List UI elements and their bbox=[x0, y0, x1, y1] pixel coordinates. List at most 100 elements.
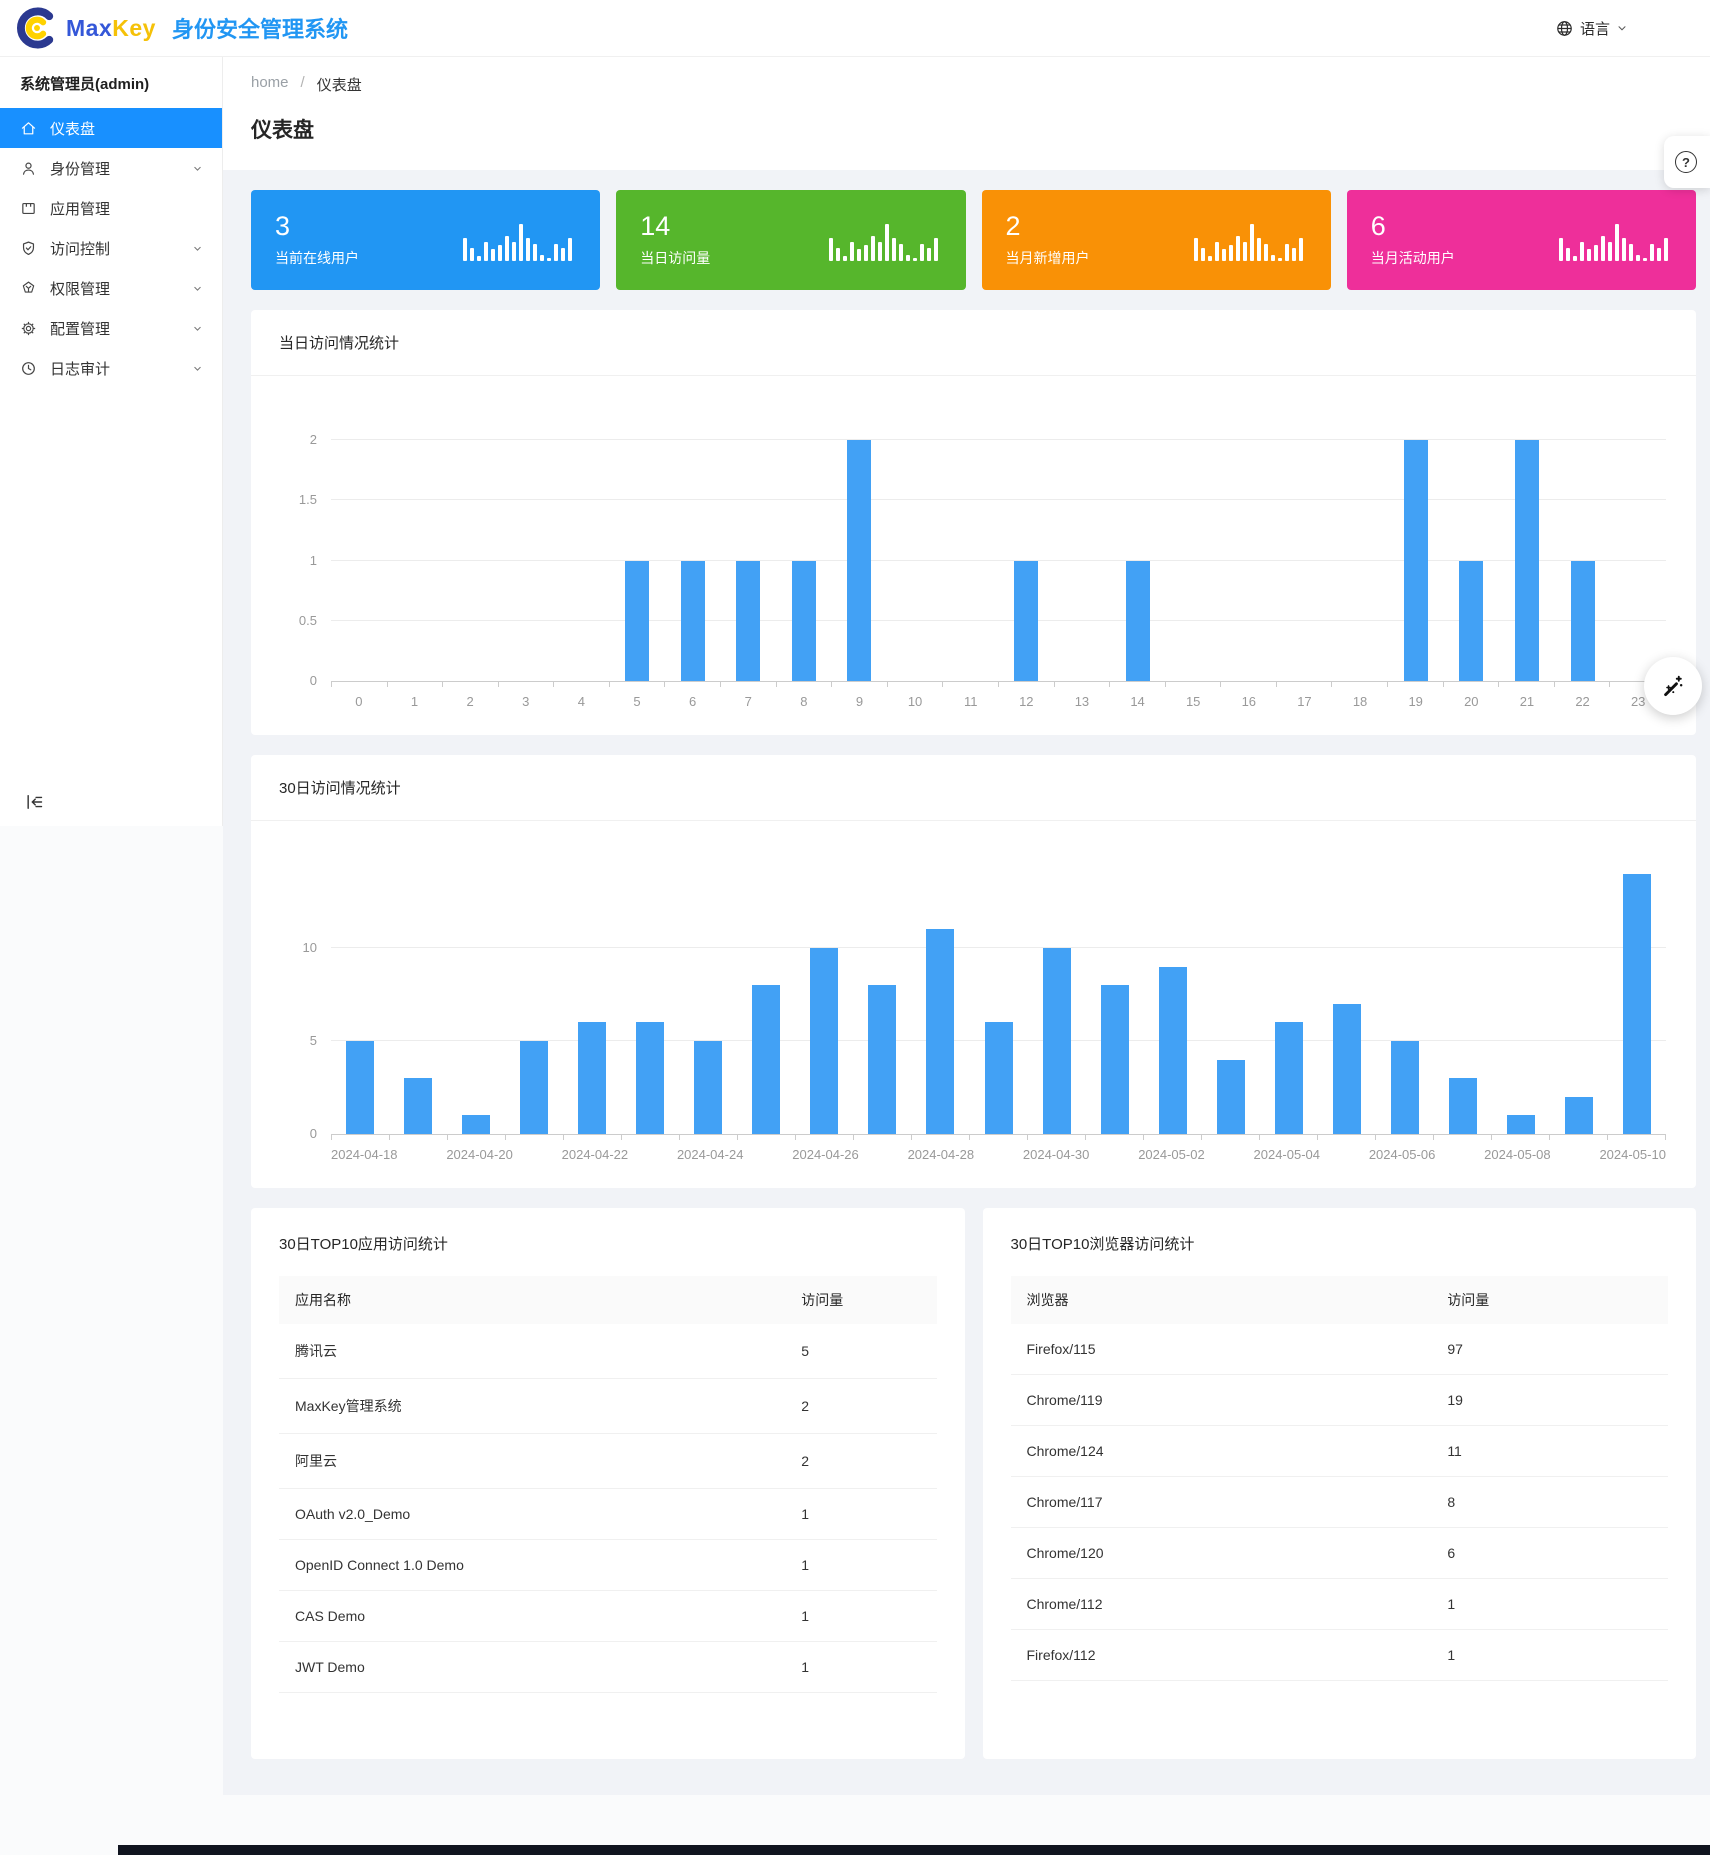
sidebar: 系统管理员(admin) 仪表盘身份管理应用管理访问控制权限管理配置管理日志审计 bbox=[0, 57, 223, 1795]
bars-layer bbox=[331, 410, 1666, 681]
table-row: Firefox/1121 bbox=[1011, 1630, 1669, 1681]
table-title: 30日TOP10应用访问统计 bbox=[251, 1208, 965, 1276]
table-panel-0: 30日TOP10应用访问统计应用名称访问量腾讯云5MaxKey管理系统2阿里云2… bbox=[251, 1208, 965, 1759]
bar-22[interactable] bbox=[1571, 561, 1595, 681]
bar-6[interactable] bbox=[681, 561, 705, 681]
bar-2024-04-20[interactable] bbox=[462, 1115, 490, 1134]
bar-20[interactable] bbox=[1459, 561, 1483, 681]
cell-name: Chrome/124 bbox=[1011, 1426, 1432, 1477]
bar-band bbox=[1610, 410, 1666, 681]
bar-2024-05-01[interactable] bbox=[1101, 985, 1129, 1134]
bar-band bbox=[609, 410, 665, 681]
bar-12[interactable] bbox=[1014, 561, 1038, 681]
x-axis-label: 15 bbox=[1165, 694, 1221, 709]
bar-2024-04-21[interactable] bbox=[520, 1041, 548, 1134]
x-axis-label: 5 bbox=[609, 694, 665, 709]
sidebar-collapse-button[interactable] bbox=[24, 792, 44, 812]
bar-2024-05-04[interactable] bbox=[1275, 1022, 1303, 1134]
bar-2024-05-02[interactable] bbox=[1159, 967, 1187, 1134]
bar-2024-05-03[interactable] bbox=[1217, 1060, 1245, 1134]
bars-layer bbox=[331, 855, 1666, 1134]
bar-chart[interactable]: 00.511.520123456789101112131415161718192… bbox=[251, 376, 1696, 735]
brand-text: MaxKey bbox=[66, 15, 156, 42]
sidebar-item-config[interactable]: 配置管理 bbox=[0, 308, 222, 348]
bar-2024-04-18[interactable] bbox=[346, 1041, 374, 1134]
x-axis-label bbox=[513, 1147, 562, 1162]
bar-2024-05-10[interactable] bbox=[1623, 874, 1651, 1134]
bar-band bbox=[887, 410, 943, 681]
sidebar-item-identity[interactable]: 身份管理 bbox=[0, 148, 222, 188]
sidebar-item-permissions[interactable]: 权限管理 bbox=[0, 268, 222, 308]
sidebar-item-access[interactable]: 访问控制 bbox=[0, 228, 222, 268]
bar-band bbox=[1444, 410, 1500, 681]
x-axis-label bbox=[1320, 1147, 1369, 1162]
bar-band bbox=[795, 855, 853, 1134]
bar-14[interactable] bbox=[1126, 561, 1150, 681]
bar-5[interactable] bbox=[625, 561, 649, 681]
bar-2024-04-30[interactable] bbox=[1043, 948, 1071, 1134]
cell-count: 19 bbox=[1431, 1375, 1668, 1426]
bar-2024-04-25[interactable] bbox=[752, 985, 780, 1134]
bar-band bbox=[943, 410, 999, 681]
bar-9[interactable] bbox=[847, 440, 871, 681]
maxkey-logo bbox=[16, 7, 58, 49]
cell-name: Firefox/112 bbox=[1011, 1630, 1432, 1681]
bar-band bbox=[1086, 855, 1144, 1134]
help-floating-button[interactable]: ? bbox=[1664, 136, 1710, 188]
stat-value: 14 bbox=[640, 212, 710, 240]
bar-2024-05-05[interactable] bbox=[1333, 1004, 1361, 1134]
x-axis-label bbox=[1551, 1147, 1600, 1162]
sidebar-item-audit[interactable]: 日志审计 bbox=[0, 348, 222, 388]
table-row: Chrome/1121 bbox=[1011, 1579, 1669, 1630]
bar-8[interactable] bbox=[792, 561, 816, 681]
header-actions: 语言 bbox=[1555, 18, 1688, 39]
language-menu[interactable]: 语言 bbox=[1555, 18, 1628, 39]
bar-band bbox=[1260, 855, 1318, 1134]
bar-19[interactable] bbox=[1404, 440, 1428, 681]
bar-band bbox=[1608, 855, 1666, 1134]
bar-2024-04-27[interactable] bbox=[868, 985, 896, 1134]
x-axis-label: 2024-04-20 bbox=[446, 1147, 513, 1162]
bar-2024-04-22[interactable] bbox=[578, 1022, 606, 1134]
stat-value: 2 bbox=[1006, 212, 1090, 240]
x-axis-label: 8 bbox=[776, 694, 832, 709]
bar-band bbox=[387, 410, 443, 681]
sidebar-item-label: 身份管理 bbox=[50, 158, 191, 179]
bar-7[interactable] bbox=[736, 561, 760, 681]
cell-count: 1 bbox=[785, 1591, 936, 1642]
bar-2024-04-28[interactable] bbox=[926, 929, 954, 1134]
x-axis-label: 9 bbox=[832, 694, 888, 709]
cell-name: Firefox/115 bbox=[1011, 1324, 1432, 1375]
breadcrumb-home-link[interactable]: home bbox=[251, 74, 289, 95]
bar-2024-04-29[interactable] bbox=[985, 1022, 1013, 1134]
sidebar-item-label: 访问控制 bbox=[50, 238, 191, 259]
x-axis-label: 2024-04-26 bbox=[792, 1147, 859, 1162]
bar-2024-04-26[interactable] bbox=[810, 948, 838, 1134]
cell-name: Chrome/112 bbox=[1011, 1579, 1432, 1630]
bar-band bbox=[1376, 855, 1434, 1134]
bar-band bbox=[679, 855, 737, 1134]
bar-2024-04-23[interactable] bbox=[636, 1022, 664, 1134]
cell-count: 6 bbox=[1431, 1528, 1668, 1579]
y-axis-label: 0 bbox=[267, 1126, 317, 1142]
x-axis-ticks bbox=[331, 682, 1666, 687]
bar-2024-05-07[interactable] bbox=[1449, 1078, 1477, 1134]
bar-2024-05-09[interactable] bbox=[1565, 1097, 1593, 1134]
magic-wand-floating-button[interactable] bbox=[1644, 657, 1702, 715]
x-axis-label: 13 bbox=[1054, 694, 1110, 709]
layout: 系统管理员(admin) 仪表盘身份管理应用管理访问控制权限管理配置管理日志审计… bbox=[0, 57, 1710, 1795]
tables-row: 30日TOP10应用访问统计应用名称访问量腾讯云5MaxKey管理系统2阿里云2… bbox=[251, 1208, 1696, 1759]
sidebar-item-apps[interactable]: 应用管理 bbox=[0, 188, 222, 228]
bar-2024-04-24[interactable] bbox=[694, 1041, 722, 1134]
bar-2024-05-08[interactable] bbox=[1507, 1115, 1535, 1134]
sidebar-item-dashboard[interactable]: 仪表盘 bbox=[0, 108, 222, 148]
stat-card-text: 3当前在线用户 bbox=[275, 212, 359, 267]
bar-21[interactable] bbox=[1515, 440, 1539, 681]
bar-chart[interactable]: 05102024-04-182024-04-202024-04-222024-0… bbox=[251, 821, 1696, 1188]
bar-2024-04-19[interactable] bbox=[404, 1078, 432, 1134]
mini-bar-chart-icon bbox=[463, 219, 572, 261]
bar-band bbox=[331, 410, 387, 681]
bar-band bbox=[442, 410, 498, 681]
cell-name: 腾讯云 bbox=[279, 1324, 785, 1379]
bar-2024-05-06[interactable] bbox=[1391, 1041, 1419, 1134]
